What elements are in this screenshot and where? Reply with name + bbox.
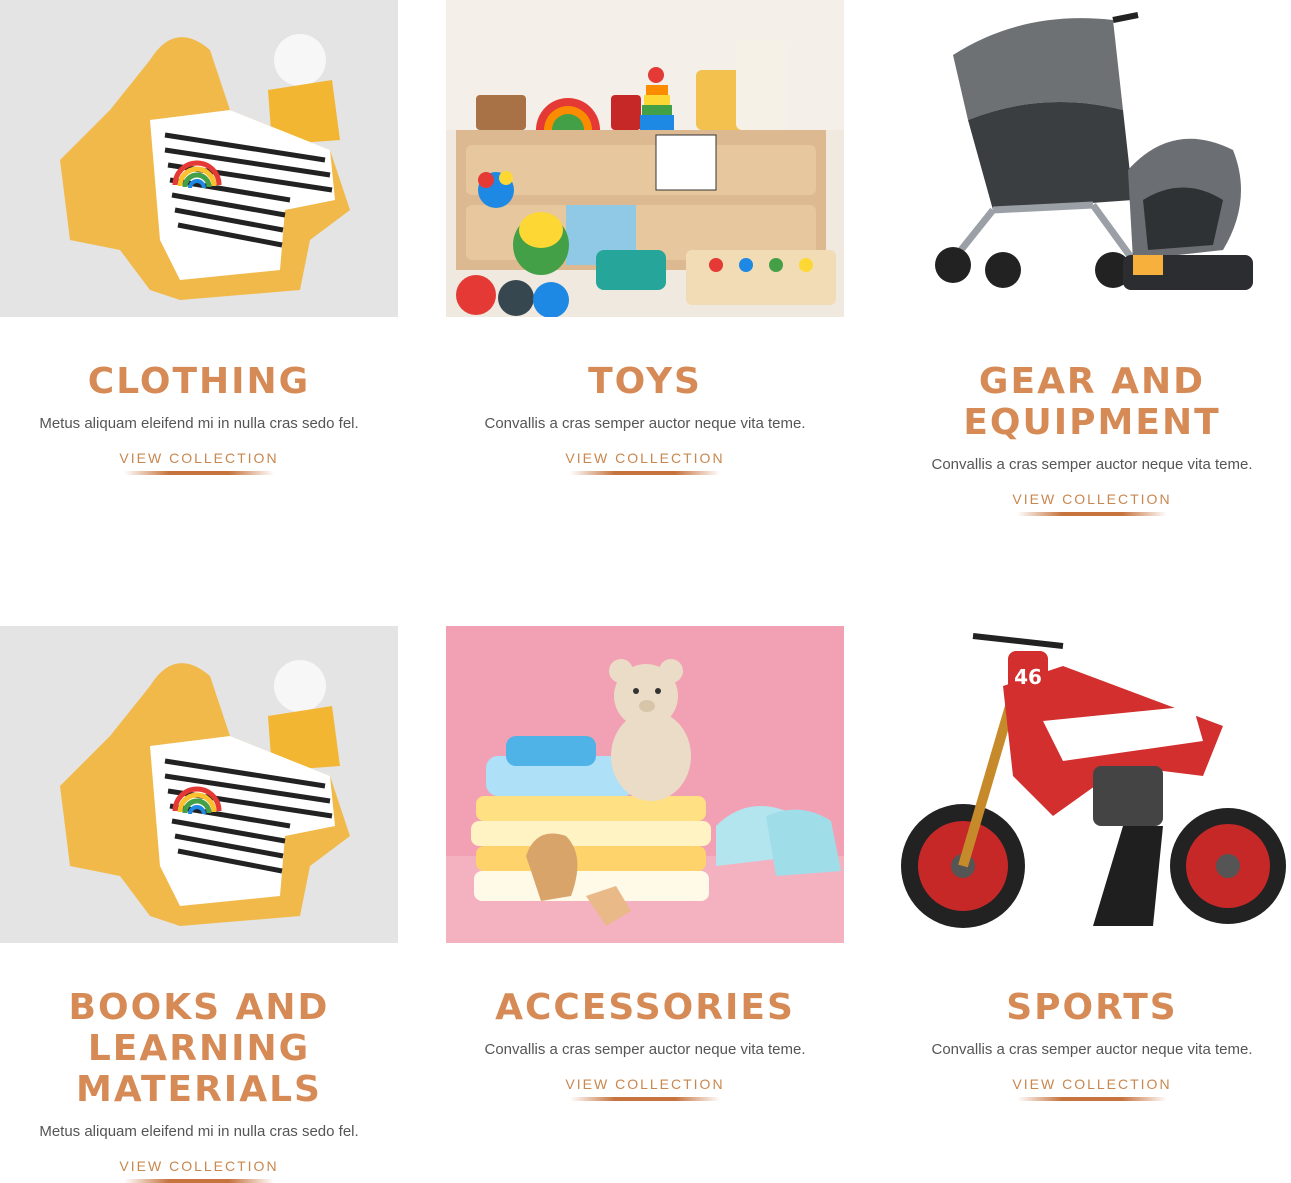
card-description: Convallis a cras semper auctor neque vit… xyxy=(931,456,1253,473)
view-collection-label: VIEW COLLECTION xyxy=(565,1076,725,1092)
view-collection-link[interactable]: VIEW COLLECTION xyxy=(1012,1075,1172,1101)
card-title: SPORTS xyxy=(1006,987,1178,1028)
card-description: Metus aliquam eleifend mi in nulla cras … xyxy=(39,1123,359,1140)
collection-card-books-and-learning-materials: BOOKS AND LEARNING MATERIALS Metus aliqu… xyxy=(0,626,398,1183)
sports-image[interactable]: 46 xyxy=(893,626,1291,943)
cta-underline xyxy=(124,471,274,475)
card-title: CLOTHING xyxy=(87,361,311,402)
svg-text:46: 46 xyxy=(1014,665,1042,689)
view-collection-link[interactable]: VIEW COLLECTION xyxy=(1012,490,1172,516)
card-description: Metus aliquam eleifend mi in nulla cras … xyxy=(39,415,359,432)
cta-underline xyxy=(570,1097,720,1101)
collection-card-sports: 46 SPORTS Convallis a cras semper auctor… xyxy=(893,626,1291,1101)
card-title: ACCESSORIES xyxy=(495,987,795,1028)
cta-underline xyxy=(570,471,720,475)
books-and-learning-materials-image[interactable] xyxy=(0,626,398,943)
view-collection-label: VIEW COLLECTION xyxy=(1012,491,1172,507)
card-description: Convallis a cras semper auctor neque vit… xyxy=(931,1041,1253,1058)
view-collection-label: VIEW COLLECTION xyxy=(119,450,279,466)
view-collection-label: VIEW COLLECTION xyxy=(1012,1076,1172,1092)
cta-underline xyxy=(1017,512,1167,516)
collection-card-clothing: CLOTHING Metus aliquam eleifend mi in nu… xyxy=(0,0,398,475)
card-title: BOOKS AND LEARNING MATERIALS xyxy=(68,987,330,1110)
card-title: TOYS xyxy=(588,361,702,402)
cta-underline xyxy=(124,1179,274,1183)
collection-card-accessories: ACCESSORIES Convallis a cras semper auct… xyxy=(446,626,844,1101)
collection-card-gear-and-equipment: GEAR AND EQUIPMENT Convallis a cras semp… xyxy=(893,0,1291,516)
view-collection-link[interactable]: VIEW COLLECTION xyxy=(565,1075,725,1101)
toys-image[interactable] xyxy=(446,0,844,317)
clothing-image[interactable] xyxy=(0,0,398,317)
accessories-image[interactable] xyxy=(446,626,844,943)
cta-underline xyxy=(1017,1097,1167,1101)
view-collection-label: VIEW COLLECTION xyxy=(565,450,725,466)
view-collection-link[interactable]: VIEW COLLECTION xyxy=(565,449,725,475)
card-description: Convallis a cras semper auctor neque vit… xyxy=(484,415,806,432)
gear-and-equipment-image[interactable] xyxy=(893,0,1291,317)
view-collection-label: VIEW COLLECTION xyxy=(119,1158,279,1174)
card-title: GEAR AND EQUIPMENT xyxy=(963,361,1221,443)
view-collection-link[interactable]: VIEW COLLECTION xyxy=(119,449,279,475)
card-description: Convallis a cras semper auctor neque vit… xyxy=(484,1041,806,1058)
collection-card-toys: TOYS Convallis a cras semper auctor nequ… xyxy=(446,0,844,475)
view-collection-link[interactable]: VIEW COLLECTION xyxy=(119,1157,279,1183)
